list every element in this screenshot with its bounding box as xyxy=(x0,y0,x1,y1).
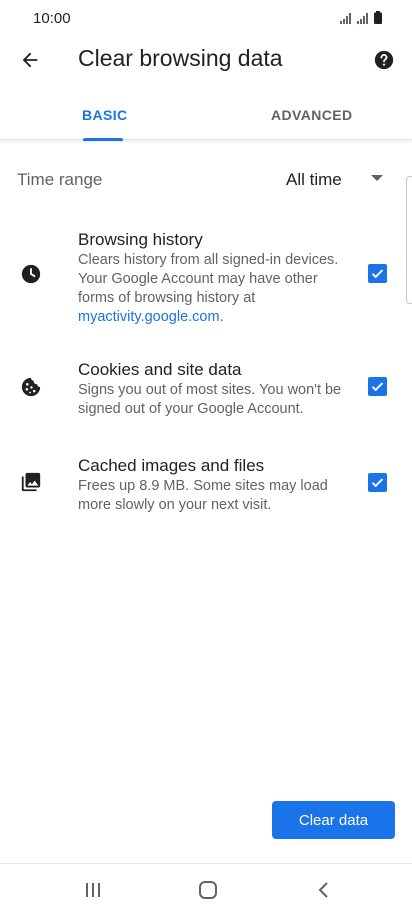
system-nav-bar xyxy=(0,863,412,915)
status-bar: 10:00 xyxy=(0,0,412,36)
dropdown-arrow-icon[interactable] xyxy=(371,175,383,181)
option-title: Cached images and files xyxy=(78,456,265,475)
check-icon xyxy=(371,478,384,488)
tab-bar: BASIC ADVANCED xyxy=(0,88,412,141)
signal-icon xyxy=(340,13,351,24)
check-icon xyxy=(371,269,384,279)
home-button[interactable] xyxy=(194,878,222,902)
clear-data-button[interactable]: Clear data xyxy=(272,801,395,839)
link-suffix: . xyxy=(219,309,224,325)
cached-images-checkbox[interactable] xyxy=(368,473,387,492)
tab-basic-label: BASIC xyxy=(82,107,128,123)
check-icon xyxy=(371,382,384,392)
page-title: Clear browsing data xyxy=(78,45,283,71)
tab-indicator xyxy=(83,138,123,141)
tab-basic[interactable]: BASIC xyxy=(0,88,206,141)
option-title: Cookies and site data xyxy=(78,360,242,379)
option-description: Clears history from all signed-in device… xyxy=(78,251,354,327)
clock-icon xyxy=(19,262,43,286)
cookies-checkbox[interactable] xyxy=(368,377,387,396)
recent-apps-icon xyxy=(86,883,100,897)
tab-advanced-label: ADVANCED xyxy=(271,107,353,123)
option-title: Browsing history xyxy=(78,230,203,249)
help-icon xyxy=(374,50,394,70)
tab-advanced[interactable]: ADVANCED xyxy=(206,88,412,140)
back-button[interactable] xyxy=(14,44,46,76)
recent-apps-button[interactable] xyxy=(79,878,107,902)
time-range-select[interactable]: All time xyxy=(286,170,342,190)
help-button[interactable] xyxy=(370,46,398,74)
time-range-row: Time range All time xyxy=(0,158,412,198)
cookie-icon xyxy=(19,375,43,399)
nav-back-button[interactable] xyxy=(309,878,337,902)
home-icon xyxy=(199,881,217,899)
option-description: Frees up 8.9 MB. Some sites may load mor… xyxy=(78,478,328,513)
image-icon xyxy=(19,470,43,494)
signal-icon xyxy=(357,13,368,24)
arrow-back-icon xyxy=(22,52,38,68)
scroll-indicator xyxy=(406,176,412,304)
option-description-text: Clears history from all signed-in device… xyxy=(78,252,339,306)
browsing-history-checkbox[interactable] xyxy=(368,264,387,283)
status-icons xyxy=(340,11,382,24)
app-bar: Clear browsing data xyxy=(0,36,412,84)
nav-back-icon xyxy=(318,882,328,898)
battery-icon xyxy=(374,11,382,24)
status-time: 10:00 xyxy=(33,10,71,27)
option-description: Signs you out of most sites. You won't b… xyxy=(78,382,342,417)
time-range-label: Time range xyxy=(17,170,103,189)
myactivity-link[interactable]: myactivity.google.com xyxy=(78,309,220,325)
